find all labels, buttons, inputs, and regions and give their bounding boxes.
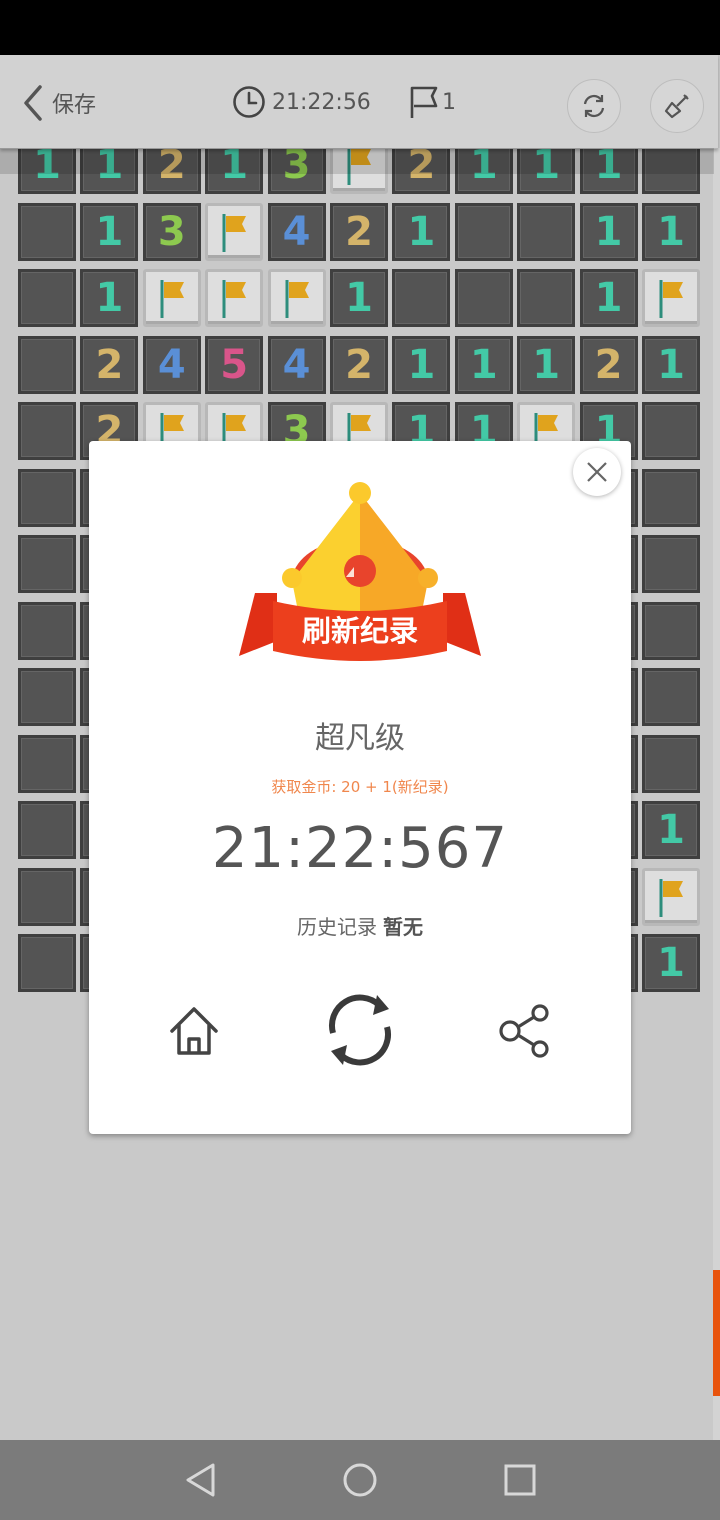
system-nav-bar: [0, 1440, 720, 1520]
empty-cell[interactable]: [642, 668, 700, 726]
flagged-cell[interactable]: [205, 269, 264, 327]
empty-cell[interactable]: [392, 269, 451, 327]
history-record: 历史记录 暂无: [89, 911, 631, 940]
nav-back-icon[interactable]: [180, 1460, 220, 1500]
nav-recents-icon[interactable]: [500, 1460, 540, 1500]
replay-button[interactable]: [317, 987, 403, 1073]
empty-cell[interactable]: [18, 468, 76, 527]
replay-icon: [329, 994, 391, 1066]
history-label: 历史记录: [297, 915, 377, 939]
timer: 21:22:56: [232, 85, 371, 119]
number-cell[interactable]: 1: [642, 335, 700, 394]
empty-cell[interactable]: [18, 867, 76, 926]
home-button[interactable]: [162, 999, 226, 1063]
home-icon: [170, 1007, 218, 1055]
number-cell[interactable]: 4: [267, 202, 326, 261]
flagged-cell[interactable]: [267, 269, 326, 327]
share-icon: [499, 1004, 549, 1058]
flagged-cell[interactable]: [142, 269, 201, 327]
empty-cell[interactable]: [642, 402, 700, 460]
top-bar: 保存 21:22:56 1: [0, 55, 718, 149]
flag-icon: [222, 213, 247, 252]
close-button[interactable]: [573, 448, 621, 496]
number-cell[interactable]: 1: [579, 202, 638, 261]
coins-earned: 获取金币: 20 + 1(新纪录): [271, 778, 449, 796]
empty-cell[interactable]: [642, 734, 700, 793]
flag-icon: [285, 280, 309, 318]
empty-cell[interactable]: [642, 535, 700, 593]
flag-icon: [659, 280, 683, 318]
number-cell[interactable]: 1: [642, 801, 700, 859]
number-cell[interactable]: 2: [579, 335, 638, 394]
empty-cell[interactable]: [18, 734, 76, 793]
empty-cell[interactable]: [517, 202, 576, 261]
number-cell[interactable]: 3: [142, 202, 201, 261]
empty-cell[interactable]: [18, 934, 76, 992]
empty-cell[interactable]: [18, 202, 76, 261]
scroll-track: [713, 148, 720, 1440]
empty-cell[interactable]: [454, 269, 513, 327]
scroll-indicator[interactable]: [713, 1270, 720, 1396]
empty-cell[interactable]: [18, 601, 76, 660]
flag-count: 1: [442, 89, 456, 115]
empty-cell[interactable]: [18, 535, 76, 593]
board-shadow: [0, 148, 714, 174]
empty-cell[interactable]: [642, 468, 700, 527]
number-cell[interactable]: 1: [392, 202, 451, 261]
refresh-icon: [583, 94, 605, 118]
clock-icon: [233, 86, 265, 118]
nav-home-icon[interactable]: [340, 1460, 380, 1500]
empty-cell[interactable]: [18, 269, 76, 327]
number-cell[interactable]: 1: [330, 269, 388, 327]
banner-text: 刷新纪录: [302, 614, 418, 648]
crown-badge: 刷新纪录: [239, 482, 481, 661]
back-save-button[interactable]: 保存: [18, 83, 96, 123]
number-cell[interactable]: 1: [642, 934, 700, 992]
record-time: 21:22:567: [211, 816, 509, 881]
shovel-icon: [664, 94, 689, 119]
flag-counter: 1: [408, 84, 456, 120]
new-record-dialog: 刷新纪录 超凡级 获取金币: 20 + 1(新纪录) 21:22:567 历史记…: [89, 441, 631, 1134]
crown-icon: [282, 482, 438, 611]
save-label: 保存: [52, 93, 97, 118]
number-cell[interactable]: 1: [454, 335, 513, 394]
restart-button[interactable]: [567, 79, 621, 133]
number-cell[interactable]: 5: [205, 335, 264, 394]
empty-cell[interactable]: [18, 668, 76, 726]
number-cell[interactable]: 1: [579, 269, 638, 327]
number-cell[interactable]: 1: [392, 335, 451, 394]
number-cell[interactable]: 2: [80, 335, 139, 394]
close-icon: [587, 462, 607, 482]
status-bar: [0, 0, 720, 55]
empty-cell[interactable]: [517, 269, 576, 327]
empty-cell[interactable]: [18, 801, 76, 859]
flag-icon: [659, 878, 683, 917]
number-cell[interactable]: 2: [330, 202, 388, 261]
timer-value: 21:22:56: [272, 89, 371, 115]
empty-cell[interactable]: [642, 601, 700, 660]
share-button[interactable]: [494, 999, 558, 1063]
flagged-cell[interactable]: [642, 269, 700, 327]
flag-icon: [160, 280, 184, 318]
flag-icon: [222, 280, 247, 318]
number-cell[interactable]: 2: [330, 335, 388, 394]
number-cell[interactable]: 1: [642, 202, 700, 261]
flagged-cell[interactable]: [642, 867, 700, 926]
number-cell[interactable]: 4: [142, 335, 201, 394]
number-cell[interactable]: 1: [517, 335, 576, 394]
chevron-left-icon: [24, 85, 42, 121]
number-cell[interactable]: 1: [80, 269, 139, 327]
number-cell[interactable]: 4: [267, 335, 326, 394]
empty-cell[interactable]: [454, 202, 513, 261]
number-cell[interactable]: 1: [80, 202, 139, 261]
history-value: 暂无: [383, 915, 423, 939]
difficulty-level: 超凡级: [315, 721, 405, 756]
empty-cell[interactable]: [18, 335, 76, 394]
empty-cell[interactable]: [18, 402, 76, 460]
flagged-cell[interactable]: [205, 202, 264, 261]
flag-icon: [410, 86, 438, 118]
shovel-button[interactable]: [650, 79, 704, 133]
